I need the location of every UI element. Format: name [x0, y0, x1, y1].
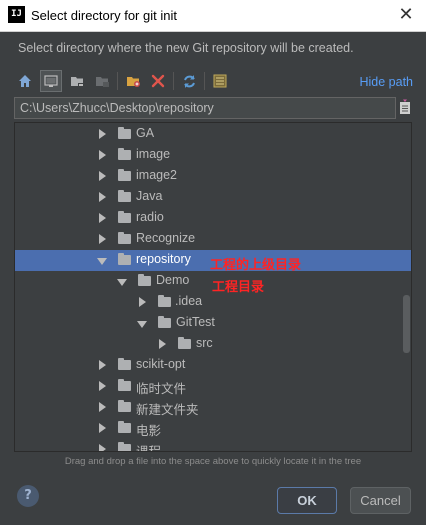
- folder-icon: [118, 442, 131, 451]
- path-history-icon[interactable]: [399, 99, 411, 115]
- tree-item-label: Demo: [156, 273, 190, 287]
- tree-row-java[interactable]: Java: [15, 187, 411, 208]
- delete-icon[interactable]: [147, 70, 169, 92]
- tree-item-label: radio: [136, 210, 164, 224]
- module-folder-icon[interactable]: [91, 70, 113, 92]
- expand-arrow-icon[interactable]: [159, 339, 166, 349]
- tree-row-courses[interactable]: 课程: [15, 439, 411, 452]
- tree-row-new-folder[interactable]: 新建文件夹: [15, 397, 411, 418]
- tree-row-idea[interactable]: .idea: [15, 292, 411, 313]
- refresh-icon[interactable]: [178, 70, 200, 92]
- title-bar: IJ Select directory for git init ✕: [0, 0, 426, 32]
- project-folder-icon[interactable]: [66, 70, 88, 92]
- home-icon[interactable]: [14, 70, 36, 92]
- folder-icon: [118, 148, 131, 160]
- toolbar-separator: [204, 72, 205, 90]
- annotation-project-directory: 工程目录: [212, 280, 265, 295]
- expand-arrow-icon[interactable]: [99, 402, 106, 412]
- directory-tree[interactable]: GA image image2 Java radio Recognize rep…: [14, 122, 412, 452]
- tree-item-label: 新建文件夹: [136, 403, 199, 417]
- expand-arrow-icon[interactable]: [99, 171, 106, 181]
- folder-icon: [118, 358, 131, 370]
- collapse-arrow-icon[interactable]: [137, 321, 147, 328]
- folder-icon: [158, 295, 171, 307]
- dialog-title: Select directory for git init: [31, 8, 177, 23]
- dialog-description: Select directory where the new Git repos…: [18, 41, 354, 55]
- drag-drop-hint: Drag and drop a file into the space abov…: [64, 456, 362, 467]
- tree-scrollbar-thumb[interactable]: [403, 295, 410, 353]
- tree-item-label: Recognize: [136, 231, 196, 245]
- expand-arrow-icon[interactable]: [99, 234, 106, 244]
- folder-icon: [118, 127, 131, 139]
- folder-icon: [118, 421, 131, 433]
- folder-icon: [118, 211, 131, 223]
- expand-arrow-icon[interactable]: [99, 423, 106, 433]
- tree-item-label: image2: [136, 168, 177, 182]
- hide-path-link[interactable]: Hide path: [359, 75, 413, 89]
- git-init-dialog: IJ Select directory for git init ✕ Selec…: [0, 0, 426, 525]
- expand-arrow-icon[interactable]: [99, 444, 106, 451]
- path-input[interactable]: C:\Users\Zhucc\Desktop\repository: [14, 97, 396, 119]
- tree-row-movies[interactable]: 电影: [15, 418, 411, 439]
- intellij-app-icon: IJ: [8, 6, 25, 23]
- tree-row-image2[interactable]: image2: [15, 166, 411, 187]
- annotation-parent-directory: 工程的上级目录: [210, 258, 302, 273]
- expand-arrow-icon[interactable]: [99, 213, 106, 223]
- tree-row-radio[interactable]: radio: [15, 208, 411, 229]
- tree-item-label: scikit-opt: [136, 357, 186, 371]
- tree-row-scikit-opt[interactable]: scikit-opt: [15, 355, 411, 376]
- tree-item-label: 电影: [136, 424, 162, 438]
- folder-icon: [118, 379, 131, 391]
- new-folder-icon[interactable]: [122, 70, 144, 92]
- expand-arrow-icon[interactable]: [99, 192, 106, 202]
- tree-row-temp-files[interactable]: 临时文件: [15, 376, 411, 397]
- tree-item-label: Java: [136, 189, 163, 203]
- tree-item-label: repository: [136, 252, 191, 266]
- tree-item-label: 临时文件: [136, 382, 187, 396]
- folder-icon: [158, 316, 171, 328]
- tree-row-recognize[interactable]: Recognize: [15, 229, 411, 250]
- help-icon[interactable]: ?: [17, 485, 39, 507]
- folder-icon: [118, 169, 131, 181]
- cancel-button[interactable]: Cancel: [350, 487, 411, 514]
- tree-item-label: image: [136, 147, 171, 161]
- tree-item-label: GitTest: [176, 315, 215, 329]
- toolbar-separator: [117, 72, 118, 90]
- folder-icon: [178, 337, 191, 349]
- close-icon[interactable]: ✕: [396, 5, 416, 25]
- tree-item-label: src: [196, 336, 213, 350]
- tree-row-gittest[interactable]: GitTest: [15, 313, 411, 334]
- expand-arrow-icon[interactable]: [99, 381, 106, 391]
- folder-icon: [118, 232, 131, 244]
- collapse-arrow-icon[interactable]: [97, 258, 107, 265]
- expand-arrow-icon[interactable]: [99, 360, 106, 370]
- collapse-arrow-icon[interactable]: [117, 279, 127, 286]
- tree-item-label: 课程: [136, 445, 162, 452]
- tree-row-image[interactable]: image: [15, 145, 411, 166]
- folder-icon: [118, 253, 131, 265]
- folder-icon: [118, 190, 131, 202]
- toolbar-separator: [173, 72, 174, 90]
- tree-row-ga[interactable]: GA: [15, 124, 411, 145]
- tree-item-label: GA: [136, 126, 155, 140]
- desktop-icon[interactable]: [40, 70, 62, 92]
- ok-button[interactable]: OK: [277, 487, 337, 514]
- expand-arrow-icon[interactable]: [139, 297, 146, 307]
- folder-icon: [138, 274, 151, 286]
- expand-arrow-icon[interactable]: [99, 129, 106, 139]
- show-hidden-icon[interactable]: [209, 70, 231, 92]
- tree-row-src[interactable]: src: [15, 334, 411, 355]
- tree-item-label: .idea: [175, 294, 203, 308]
- folder-icon: [118, 400, 131, 412]
- expand-arrow-icon[interactable]: [99, 150, 106, 160]
